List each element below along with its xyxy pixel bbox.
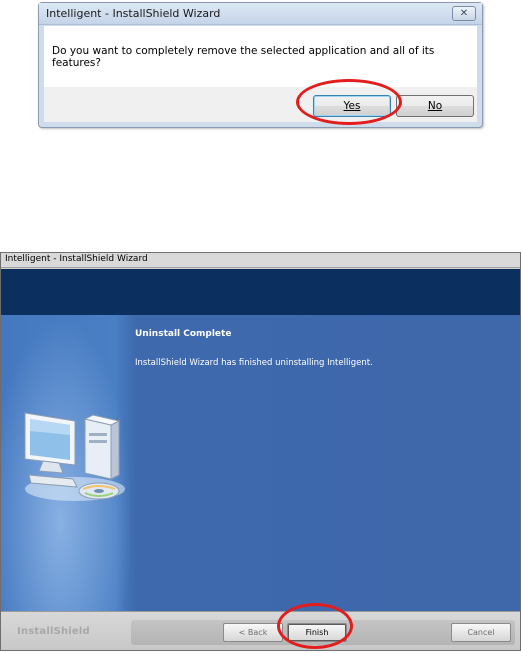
- confirm-message: Do you want to completely remove the sel…: [52, 45, 435, 69]
- close-button[interactable]: ✕: [452, 6, 476, 21]
- finish-highlight-circle: [277, 603, 353, 649]
- confirm-dialog-title: Intelligent - InstallShield Wizard: [46, 7, 221, 20]
- cancel-button-label: Cancel: [467, 628, 495, 637]
- confirm-dialog: Intelligent - InstallShield Wizard ✕ Do …: [38, 2, 483, 128]
- back-button[interactable]: < Back: [223, 623, 283, 642]
- confirm-dialog-body: Do you want to completely remove the sel…: [44, 26, 477, 87]
- yes-highlight-circle: [296, 79, 402, 125]
- no-button-label: No: [427, 100, 443, 112]
- wizard-message: InstallShield Wizard has finished uninst…: [135, 358, 373, 368]
- back-button-label: < Back: [238, 628, 268, 637]
- installshield-wizard-window: Intelligent - InstallShield Wizard Unins…: [0, 252, 521, 651]
- wizard-header-banner: [1, 269, 520, 315]
- wizard-footer: InstallShield < Back Finish Cancel: [1, 611, 520, 650]
- confirm-dialog-titlebar: Intelligent - InstallShield Wizard ✕: [39, 3, 482, 25]
- close-icon: ✕: [459, 8, 469, 19]
- no-button[interactable]: No: [396, 95, 474, 117]
- cancel-button[interactable]: Cancel: [451, 623, 511, 642]
- computer-with-cd-icon: [24, 412, 125, 501]
- wizard-title: Intelligent - InstallShield Wizard: [5, 254, 148, 264]
- installshield-brand: InstallShield: [17, 626, 90, 637]
- wizard-titlebar: Intelligent - InstallShield Wizard: [1, 253, 520, 268]
- wizard-heading: Uninstall Complete: [135, 329, 232, 339]
- confirm-dialog-footer: Yes No: [44, 87, 477, 122]
